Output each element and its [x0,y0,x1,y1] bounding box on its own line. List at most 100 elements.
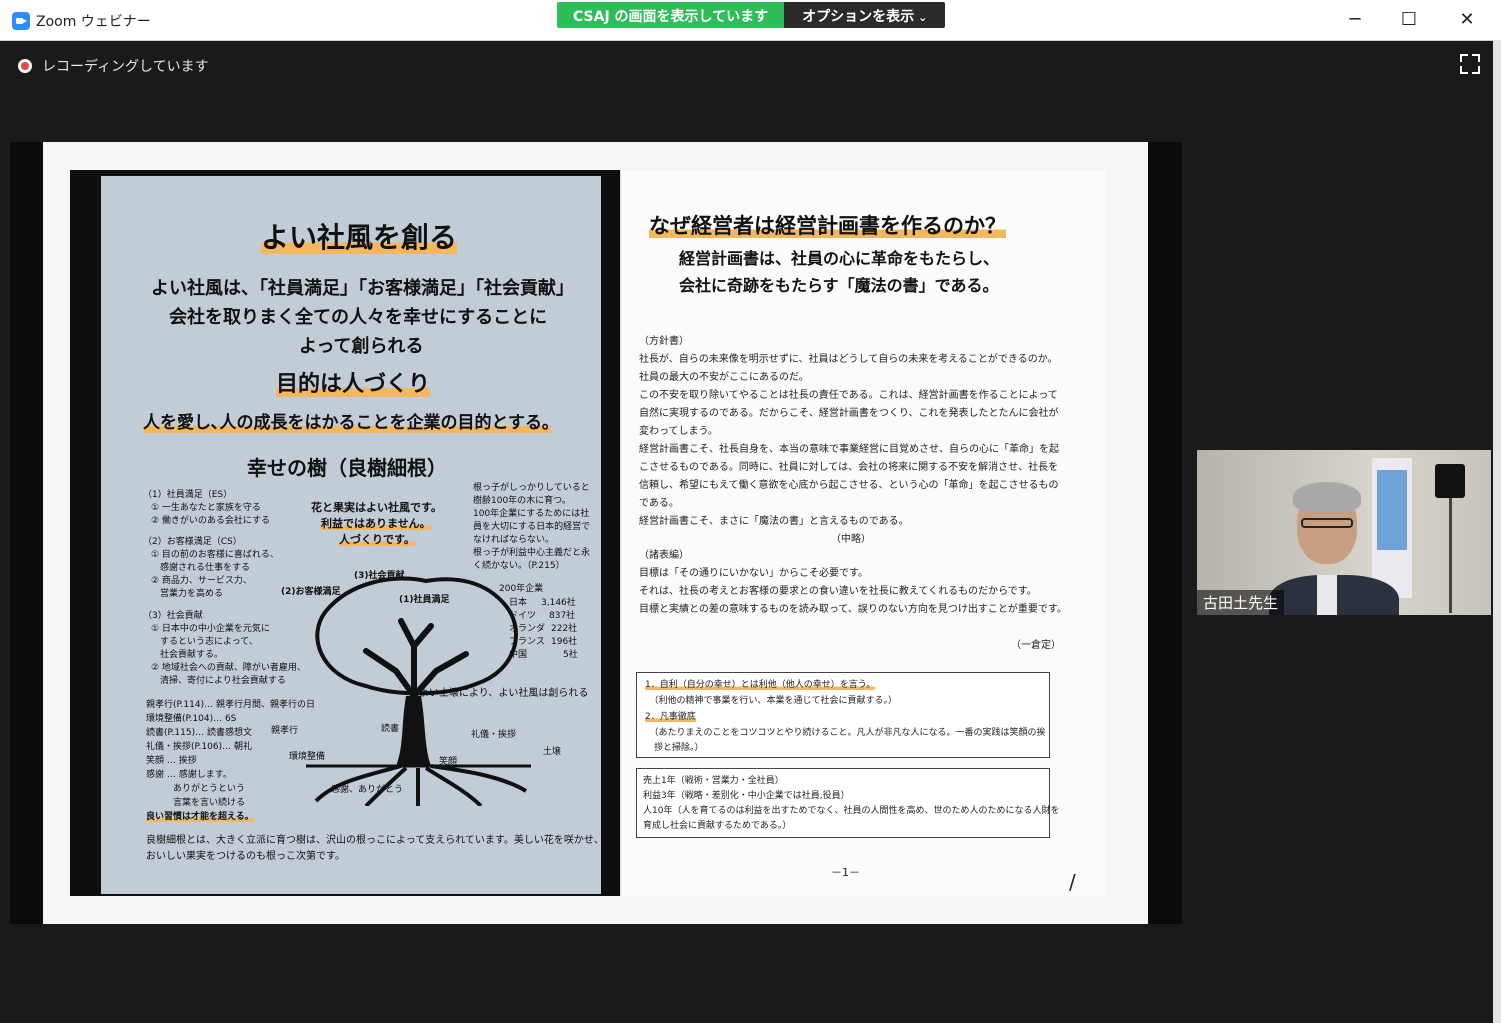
principle-line: 2．凡事徹底 [645,712,696,722]
body-line: それは、社長の考えとお客様の要求との食い違いを社長に教えてくれるものだからです。 [639,586,1037,597]
principle-line: 拶と掃除。） [645,743,704,753]
close-button[interactable]: ✕ [1444,6,1490,34]
habit-line: 親孝行(P.114)… 親孝行月間、親孝行の日 [146,700,315,710]
video-speaker [1435,464,1465,498]
roots-note-line: 根っ子が利益中心主義だと永 [473,548,591,558]
scanned-document: よい社風を創る よい社風は、「社員満足」「お客様満足」「社会貢献」 会社を取りま… [43,142,1148,924]
century-count: 196社 [551,637,578,647]
body-line: 社長が、自らの未来像を明示せずに、社員はどうして自らの未来を考えることができるの… [639,354,1058,365]
roots-note-line: なければならない。 [473,535,555,545]
left-page-sheet: よい社風を創る よい社風は、「社員満足」「お客様満足」「社会貢献」 会社を取りま… [101,176,604,894]
window-titlebar: Zoom ウェビナー CSAJ の画面を表示しています オプションを表示 ⌄ ─ … [0,0,1501,41]
century-count: 837社 [549,611,576,621]
omitted-label: （中略） [831,534,871,545]
root-label: 親孝行 [271,726,299,736]
fullscreen-icon[interactable] [1460,54,1480,74]
century-count: 3,146社 [541,598,576,608]
window-title: Zoom ウェビナー [36,14,151,30]
body-line: である。 [639,498,679,509]
principle-line: （利他の精神で事業を行い、本業を通じて社会に貢献する。） [645,696,898,706]
cs-item: 営業力を高める [151,589,224,599]
participant-video[interactable]: 古田土先生 [1197,450,1491,615]
growth-line: 育成し社会に貢献するためである。） [643,821,792,831]
habit-line: 笑顔 … 挨拶 [146,756,197,766]
principle-line: （あたりまえのことをコツコツとやり続けること。凡人が非凡な人になる。一番の実践は… [645,728,1046,738]
recording-indicator: レコーディングしています [18,56,209,76]
tree-label-es: (1)社員満足 [399,595,450,605]
root-label: 礼儀・挨拶 [471,730,517,740]
sc-item: するという志によって、 [151,637,258,647]
author-label: （一倉定） [1011,640,1061,651]
body-line: 経営計画書こそ、社長自身を、本当の意味で事業経営に目覚めさせ、自らの心に「革命」… [639,444,1059,455]
root-label: 笑顔 [439,757,458,767]
habit-line: 礼儀・挨拶(P.106)… 朝礼 [146,742,252,752]
habit-line: 言葉を言い続ける [146,798,246,808]
sc-item: 清掃、寄付により社会貢献する [151,676,286,686]
root-label: 感謝、ありがとう [331,785,404,795]
roots-note-line: 樹齢100年の木に育つ。 [473,496,571,506]
principle-line: 1．自利（自分の幸せ）とは利他（他人の幸せ）を言う。 [645,680,876,690]
habit-line: 良い習慣は才能を超える。 [146,812,254,822]
left-subtitle: 目的は人づくり [276,372,431,397]
habit-line: 読書(P.115)… 読書感想文 [146,728,252,738]
body-line: 目標は「その通りにいかない」からこそ必要です。 [639,568,868,579]
table-heading: （諸表編） [639,550,689,561]
right-subtitle-line: 経営計画書は、社員の心に革命をもたらし、 [679,249,1000,268]
sc-item: ① 日本中の中小企業を元気に [151,624,270,634]
body-line: 経営計画書こそ、まさに「魔法の書」と言えるものである。 [639,516,909,527]
century-count: 222社 [551,624,578,634]
habit-line: 環境整備(P.104)… 6S [146,714,237,724]
zoom-app-icon [12,12,30,30]
body-line: こさせるものである。同時に、社員に対しては、会社の将来に関する不安を解消させ、社… [639,462,1059,473]
sc-heading: （3）社会貢献 [143,611,203,621]
speaker-glasses [1301,518,1353,528]
root-label: 読書 [381,724,400,734]
body-line: 社員の最大の不安がここにあるのだ。 [639,372,809,383]
maximize-button[interactable]: ☐ [1386,6,1432,34]
right-subtitle-line: 会社に奇跡をもたらす「魔法の書」である。 [679,276,999,295]
flower-line: 花と果実はよい社風です。 [311,501,442,514]
body-line: この不安を取り除いてやることは社長の責任である。これは、経営計画書を作ることによ… [639,390,1058,401]
view-options-button[interactable]: オプションを表示 ⌄ [784,2,946,28]
speaker-figure [1269,480,1399,615]
tree-label-sc: (3)社会貢献 [354,571,405,581]
share-status-label: CSAJ の画面を表示しています [557,2,785,28]
pen-mark: / [1069,870,1076,894]
video-poster [1377,470,1407,550]
cs-item: ② 商品力、サービス力、 [151,576,252,586]
root-label: 土壌 [543,747,562,757]
habit-line: ありがとうという [146,784,246,794]
participant-name: 古田土先生 [1197,590,1285,615]
es-item: ① 一生あなたと家族を守る [151,503,261,513]
body-line: 信頼し、希望にもえて働く意欲を心底から起こさせる、という心の「革命」を起こさせる… [639,480,1059,491]
right-page: なぜ経営者は経営計画書を作るのか？ 経営計画書は、社員の心に革命をもたらし、 会… [620,170,1106,896]
es-heading: （1）社員満足（ES） [143,490,233,500]
flower-line: 利益ではありません。 [321,517,431,530]
footer-line: 良樹細根とは、大きく立派に育つ樹は、沢山の根っこによって支えられています。美しい… [146,835,604,846]
cs-item: ① 目の前のお客様に喜ばれる、 [151,550,279,560]
principles-box: 1．自利（自分の幸せ）とは利他（他人の幸せ）を言う。 （利他の精神で事業を行い、… [636,672,1050,758]
body-line: 自然に実現するのである。だからこそ、経営計画書をつくり、これを発表したとたんに会… [639,408,1059,419]
screen-share-banner: CSAJ の画面を表示しています オプションを表示 ⌄ [557,2,946,28]
cs-heading: （2）お客様満足（CS） [143,537,242,547]
video-speaker-stand [1449,498,1452,613]
shared-screen: よい社風を創る よい社風は、「社員満足」「お客様満足」「社会貢献」 会社を取りま… [10,142,1182,924]
window-edge [1493,40,1501,1023]
recording-label: レコーディングしています [42,59,209,75]
left-title: よい社風を創る [261,221,458,254]
lead-line-3: よって創られる [299,336,424,357]
growth-line: 売上1年（戦術・営業力・全社員） [643,776,784,786]
century-count: 5社 [563,650,578,660]
soil-note: よい土壌により、よい社風は創られる [419,688,589,699]
habit-line: 感謝 … 感謝します。 [146,770,232,780]
roots-note-line: く続かない。（P.215） [473,561,565,571]
sc-item: ② 地域社会への貢献、障がい者雇用、 [151,663,306,673]
minimize-button[interactable]: ─ [1332,6,1378,34]
flower-line: 人づくりです。 [339,533,415,546]
lead-line-1: よい社風は、「社員満足」「お客様満足」「社会貢献」 [151,278,574,299]
speaker-hair [1293,482,1361,512]
body-line: 目標と実績との差の意味するものを読み取って、誤りのない方向を見つけ出すことが重要… [639,604,1067,615]
growth-line: 人10年（人を育てるのは利益を出すためでなく、社員の人間性を高め、世のため人のた… [643,806,1060,816]
view-options-label: オプションを表示 [802,9,915,25]
left-page: よい社風を創る よい社風は、「社員満足」「お客様満足」「社会貢献」 会社を取りま… [70,170,620,896]
